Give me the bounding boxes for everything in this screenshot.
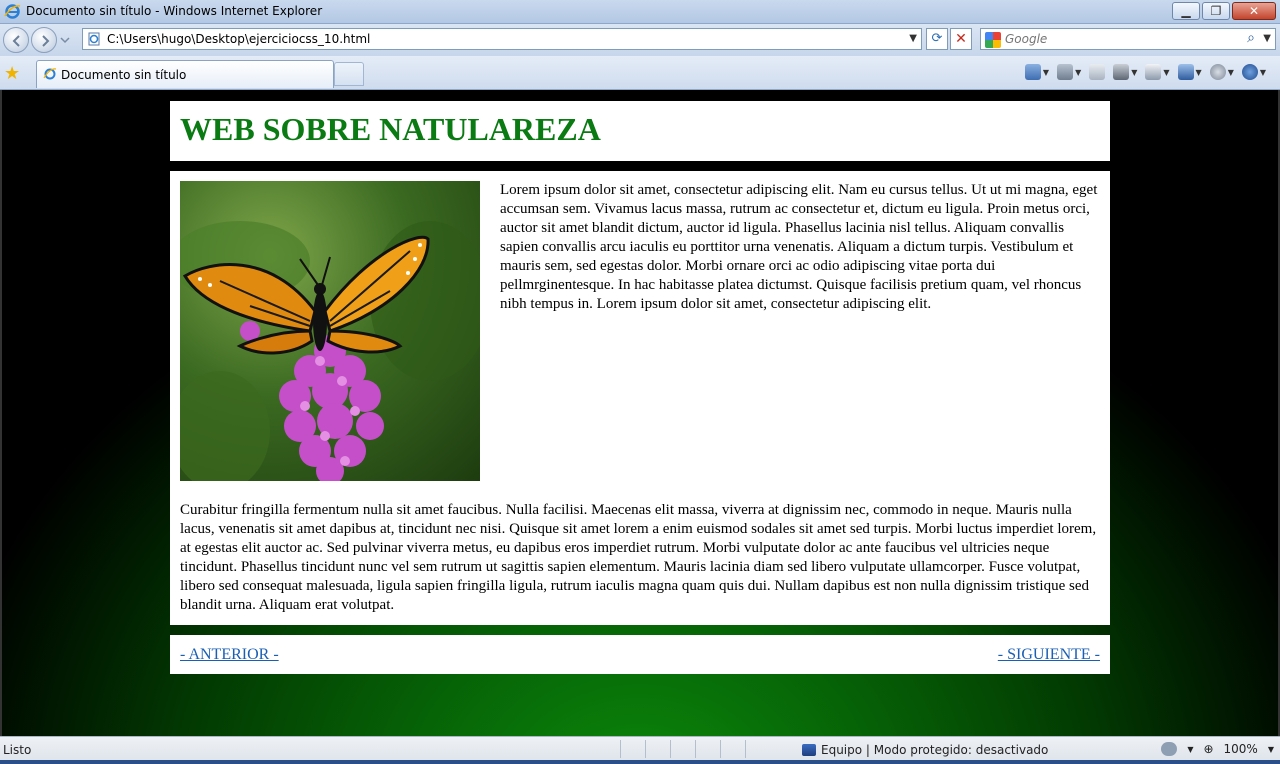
restore-icon: ❐ [1210, 4, 1222, 18]
recent-pages-dropdown-icon[interactable] [60, 36, 70, 44]
close-icon: ✕ [1248, 4, 1260, 18]
tab-current[interactable]: Documento sin título [36, 60, 334, 88]
refresh-button[interactable]: ⟳ [926, 28, 948, 50]
read-mail-button[interactable] [1089, 62, 1106, 82]
home-button[interactable]: ▼ [1024, 62, 1050, 82]
read-mail-icon [1089, 64, 1106, 80]
navigation-bar: C:\Users\hugo\Desktop\ejerciciocss_10.ht… [0, 24, 1280, 56]
separator [745, 740, 746, 758]
search-icon[interactable]: ⌕ [1247, 30, 1255, 46]
separator [670, 740, 671, 758]
safety-icon [1177, 64, 1194, 80]
url-text[interactable]: C:\Users\hugo\Desktop\ejerciciocss_10.ht… [107, 32, 370, 46]
tools-button[interactable]: ▼ [1209, 62, 1234, 82]
address-dropdown-icon[interactable]: ▼ [909, 33, 917, 44]
google-icon [985, 32, 1001, 48]
status-right: ▼ ⊕ 100% ▼ [1161, 742, 1274, 756]
refresh-icon: ⟳ [931, 31, 943, 46]
chevron-down-icon: ▼ [1075, 67, 1082, 77]
print-button[interactable]: ▼ [1113, 62, 1137, 82]
forward-button[interactable] [31, 27, 57, 53]
previous-link[interactable]: - ANTERIOR - [180, 646, 279, 664]
chevron-down-icon[interactable]: ▼ [1187, 745, 1193, 754]
stop-icon: ✕ [955, 31, 967, 47]
chevron-down-icon: ▼ [1195, 67, 1202, 77]
page-icon [43, 68, 57, 80]
close-button[interactable]: ✕ [1232, 2, 1276, 20]
separator [695, 740, 696, 758]
security-zone[interactable]: Equipo | Modo protegido: desactivado [802, 743, 1048, 757]
chevron-down-icon[interactable]: ▼ [1268, 745, 1274, 754]
feeds-button[interactable]: ▼ [1057, 62, 1081, 82]
page-viewport: WEB SOBRE NATULAREZA Lorem ipsum dolor s… [0, 90, 1280, 736]
page-header: WEB SOBRE NATULAREZA [170, 101, 1110, 161]
minimize-icon: ▁ [1181, 4, 1191, 18]
chevron-down-icon: ▼ [1227, 67, 1234, 77]
butterfly-illustration [180, 221, 480, 481]
separator [620, 740, 621, 758]
separator [720, 740, 721, 758]
computer-icon [802, 744, 816, 756]
tab-bar: ★ Documento sin título ▼ ▼ ▼ ▼ ▼ ▼ ▼ [0, 56, 1280, 90]
minimize-button[interactable]: ▁ [1172, 2, 1200, 20]
title-bar: Documento sin título - Windows Internet … [0, 0, 1280, 24]
search-input[interactable] [1005, 31, 1225, 47]
chevron-down-icon: ▼ [1259, 67, 1266, 77]
command-bar: ▼ ▼ ▼ ▼ ▼ ▼ ▼ [1024, 62, 1266, 82]
new-tab-button[interactable] [334, 62, 364, 86]
help-button[interactable]: ▼ [1241, 62, 1266, 82]
page-title: WEB SOBRE NATULAREZA [180, 111, 601, 147]
stop-button[interactable]: ✕ [950, 28, 972, 50]
separator [645, 740, 646, 758]
butterfly-image [180, 181, 480, 481]
status-separators [620, 740, 746, 758]
safety-button[interactable]: ▼ [1177, 62, 1202, 82]
next-link[interactable]: - SIGUIENTE - [998, 646, 1100, 664]
print-icon [1113, 64, 1130, 80]
globe-icon[interactable] [1161, 742, 1178, 756]
page-menu-button[interactable]: ▼ [1145, 62, 1170, 82]
zoom-level[interactable]: 100% [1224, 742, 1258, 756]
help-icon [1241, 64, 1258, 80]
body-paragraph: Curabitur fringilla fermentum nulla sit … [180, 502, 1097, 613]
zoom-icon[interactable]: ⊕ [1203, 742, 1213, 756]
status-text: Listo [3, 743, 32, 757]
maximize-button[interactable]: ❐ [1202, 2, 1230, 20]
tools-icon [1209, 64, 1226, 80]
search-box[interactable]: ⌕ ▼ [980, 28, 1276, 50]
page-icon [88, 32, 100, 46]
back-button[interactable] [3, 27, 29, 53]
chevron-down-icon: ▼ [1163, 67, 1170, 77]
address-bar[interactable]: C:\Users\hugo\Desktop\ejerciciocss_10.ht… [82, 28, 922, 50]
feeds-icon [1057, 64, 1074, 80]
back-icon [12, 35, 20, 47]
favorites-star-icon[interactable]: ★ [4, 63, 20, 84]
ie-logo-icon [4, 4, 21, 19]
page-menu-icon [1145, 64, 1162, 80]
chevron-down-icon: ▼ [1131, 67, 1138, 77]
pagination-footer: - ANTERIOR - - SIGUIENTE - [170, 635, 1110, 674]
chevron-down-icon: ▼ [1042, 67, 1050, 77]
search-dropdown-icon[interactable]: ▼ [1263, 33, 1271, 44]
tab-label: Documento sin título [61, 68, 187, 82]
taskbar-strip [0, 760, 1280, 764]
window-title: Documento sin título - Windows Internet … [26, 4, 323, 18]
forward-icon [42, 35, 50, 47]
intro-paragraph: Lorem ipsum dolor sit amet, consectetur … [500, 182, 1098, 312]
window-controls: ▁ ❐ ✕ [1172, 2, 1276, 20]
home-icon [1024, 64, 1041, 80]
zone-text: Equipo | Modo protegido: desactivado [821, 743, 1049, 757]
content-section: Lorem ipsum dolor sit amet, consectetur … [170, 171, 1110, 625]
